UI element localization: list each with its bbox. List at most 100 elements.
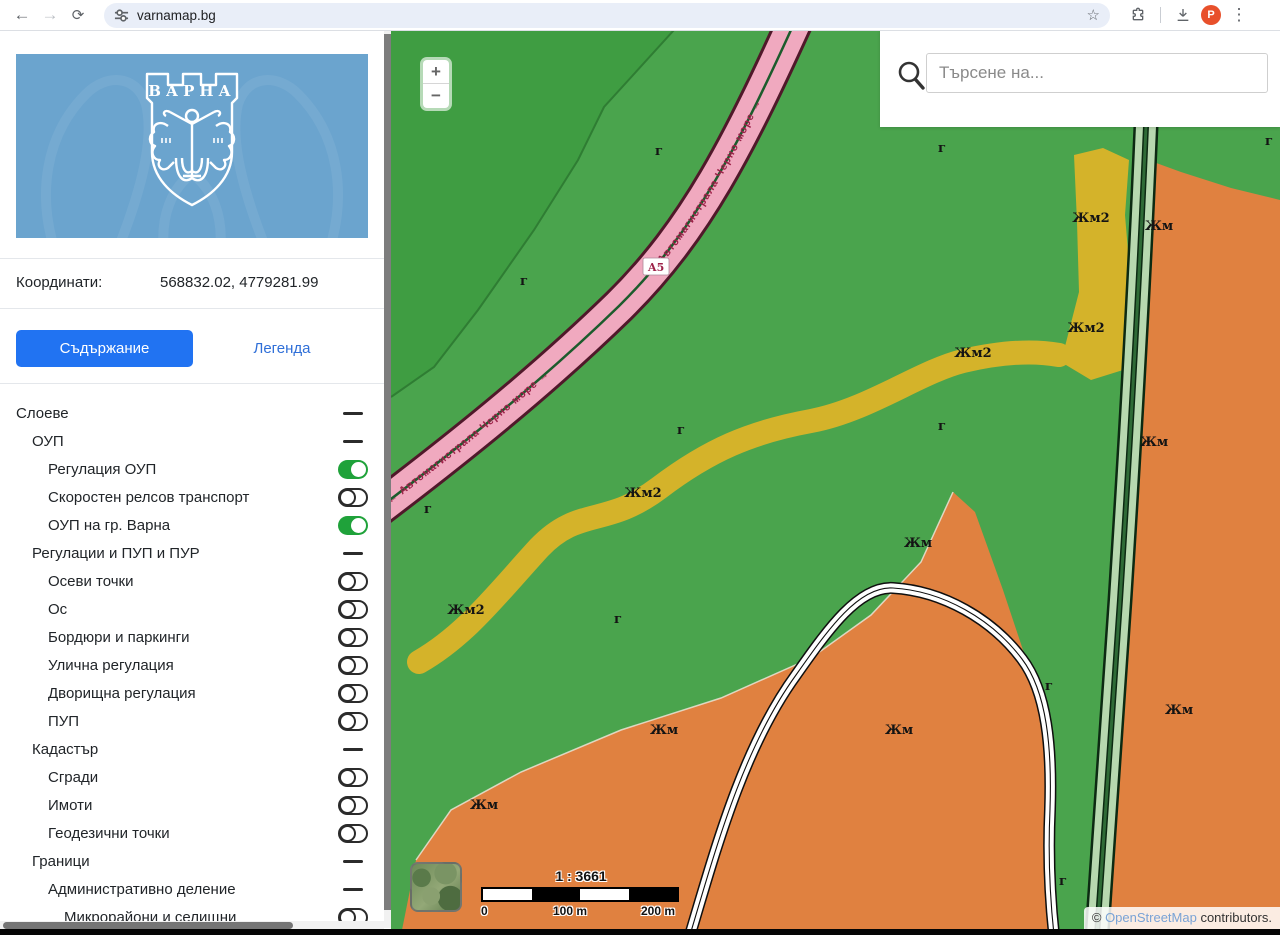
url-bar[interactable]: varnamap.bg ☆ <box>104 3 1110 28</box>
layer-toggle-off[interactable] <box>338 628 368 647</box>
zone-label: г <box>655 144 663 159</box>
search-icon[interactable] <box>897 60 925 90</box>
zone-label: Жм2 <box>954 346 991 361</box>
zone-label: Жм <box>1145 219 1173 234</box>
layer-toggle-off[interactable] <box>338 488 368 507</box>
map-scale: 1 : 3661 0 100 m 200 m <box>481 868 681 920</box>
search-input[interactable] <box>926 53 1268 93</box>
layer-row: Имоти <box>0 791 384 819</box>
zone-label: Жм2 <box>447 603 484 618</box>
zoom-out-button[interactable]: − <box>423 84 449 108</box>
layer-row: ПУП <box>0 707 384 735</box>
layer-toggle-on[interactable] <box>338 516 368 535</box>
layer-toggle-off[interactable] <box>338 824 368 843</box>
divider <box>0 308 384 309</box>
layer-label: Административно деление <box>0 881 236 898</box>
layer-label: Граници <box>0 853 90 870</box>
map-canvas[interactable]: ← Автомагистрала Черно море → ← Автомаги… <box>391 30 1280 935</box>
map-layers: ← Автомагистрала Черно море → ← Автомаги… <box>391 30 1280 935</box>
layer-row: Осеви точки <box>0 567 384 595</box>
collapse-minus-icon[interactable] <box>343 860 363 863</box>
layer-label: ОУП <box>0 433 64 450</box>
varna-logo: ВАРНА <box>16 54 368 238</box>
collapse-minus-icon[interactable] <box>343 552 363 555</box>
layer-row: Дворищна регулация <box>0 679 384 707</box>
layer-label: Улична регулация <box>0 657 174 674</box>
layer-row: Бордюри и паркинги <box>0 623 384 651</box>
layer-toggle-off[interactable] <box>338 684 368 703</box>
zone-label: г <box>1265 134 1273 149</box>
zoom-in-button[interactable]: + <box>423 60 449 84</box>
zone-label: Жм2 <box>1067 321 1104 336</box>
layer-toggle-off[interactable] <box>338 656 368 675</box>
layer-label: Бордюри и паркинги <box>0 629 190 646</box>
basemap-switcher-thumbnail[interactable] <box>410 862 462 912</box>
url-text[interactable]: varnamap.bg <box>137 8 1087 23</box>
tab-content-button[interactable]: Съдържание <box>16 330 193 367</box>
layer-row: Слоеве <box>0 399 384 427</box>
layer-label: ПУП <box>0 713 79 730</box>
site-settings-icon[interactable] <box>114 8 129 23</box>
extensions-icon[interactable] <box>1124 3 1152 27</box>
coordinates-value: 568832.02, 4779281.99 <box>160 274 319 291</box>
zone-label: г <box>520 274 528 289</box>
layer-label: Имоти <box>0 797 92 814</box>
zone-label: Жм <box>650 723 678 738</box>
motorway-name-label: ← Автомагистрала Черно море → <box>391 368 552 507</box>
layer-label: Кадастър <box>0 741 98 758</box>
layer-row: Сгради <box>0 763 384 791</box>
back-icon[interactable]: ← <box>8 3 36 27</box>
tab-legend-button[interactable]: Легенда <box>222 330 342 367</box>
zone-label: г <box>677 423 685 438</box>
collapse-minus-icon[interactable] <box>343 412 363 415</box>
sidebar-vertical-scrollbar[interactable] <box>384 30 391 928</box>
browser-toolbar: ← → ⟳ varnamap.bg ☆ P ⋮ <box>0 0 1280 31</box>
layer-row: Скоростен релсов транспорт <box>0 483 384 511</box>
layer-toggle-off[interactable] <box>338 600 368 619</box>
collapse-minus-icon[interactable] <box>343 748 363 751</box>
menu-kebab-icon[interactable]: ⋮ <box>1225 3 1253 27</box>
download-icon[interactable] <box>1169 3 1197 27</box>
layer-toggle-off[interactable] <box>338 796 368 815</box>
layer-row: Административно деление <box>0 875 384 903</box>
layer-label: Осеви точки <box>0 573 134 590</box>
layer-toggle-off[interactable] <box>338 572 368 591</box>
scale-tick: 0 <box>481 904 488 918</box>
map-attribution: © OpenStreetMap contributors. <box>1084 907 1280 929</box>
layer-label: ОУП на гр. Варна <box>0 517 170 534</box>
reload-icon[interactable]: ⟳ <box>64 3 92 27</box>
scale-bar <box>481 887 679 902</box>
zone-label: Жм2 <box>1072 211 1109 226</box>
collapse-minus-icon[interactable] <box>343 888 363 891</box>
layer-label: Дворищна регулация <box>0 685 196 702</box>
layer-toggle-on[interactable] <box>338 460 368 479</box>
layer-label: Регулации и ПУП и ПУР <box>0 545 200 562</box>
layer-toggle-off[interactable] <box>338 712 368 731</box>
openstreetmap-link[interactable]: OpenStreetMap <box>1105 910 1197 925</box>
attribution-prefix: © <box>1092 910 1105 925</box>
forward-icon: → <box>36 3 64 27</box>
map-zoom-control: + − <box>420 57 452 111</box>
layer-label: Геодезични точки <box>0 825 170 842</box>
motorway-ref-shield: А5 <box>643 258 669 275</box>
divider <box>0 258 384 259</box>
layer-row: Кадастър <box>0 735 384 763</box>
layer-list: СлоевеОУПРегулация ОУПСкоростен релсов т… <box>0 399 384 931</box>
collapse-minus-icon[interactable] <box>343 440 363 443</box>
layer-row: Геодезични точки <box>0 819 384 847</box>
attribution-suffix: contributors. <box>1197 910 1272 925</box>
divider <box>0 383 384 384</box>
layer-toggle-off[interactable] <box>338 768 368 787</box>
sidebar: ВАРНА Координати: 568832.02, 4779281.99 … <box>0 30 384 935</box>
layer-label: Скоростен релсов транспорт <box>0 489 249 506</box>
zone-label: г <box>614 612 622 627</box>
layer-row: ОУП <box>0 427 384 455</box>
scale-ratio: 1 : 3661 <box>481 868 681 884</box>
zone-label: Жм <box>885 723 913 738</box>
profile-avatar[interactable]: P <box>1197 3 1225 27</box>
layer-label: Сгради <box>0 769 98 786</box>
bookmark-star-icon[interactable]: ☆ <box>1087 6 1100 24</box>
zone-label: г <box>1045 679 1053 694</box>
search-panel <box>880 30 1280 127</box>
zone-label: г <box>1059 874 1067 889</box>
